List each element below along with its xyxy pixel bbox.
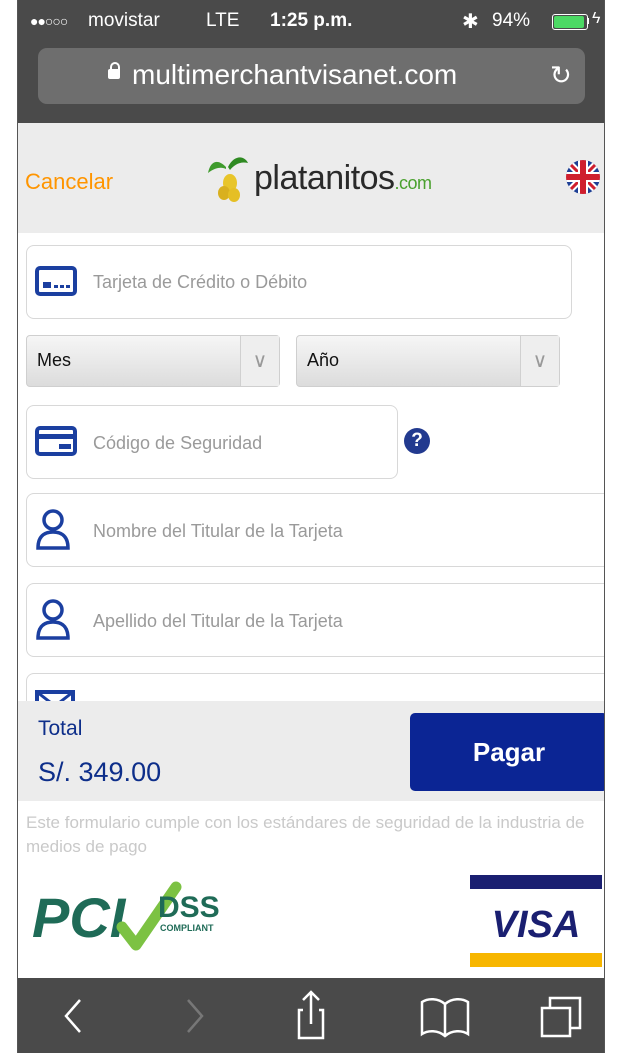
month-select[interactable]: Mes ∨ xyxy=(26,335,280,387)
bluetooth-icon: ✱ xyxy=(462,11,479,33)
charging-icon: ϟ xyxy=(592,10,601,27)
network-type: LTE xyxy=(206,10,240,31)
chevron-down-icon: ∨ xyxy=(240,336,279,386)
payment-form: Tarjeta de Crédito o Débito Mes ∨ Año ∨ … xyxy=(18,233,605,701)
year-select[interactable]: Año ∨ xyxy=(296,335,560,387)
back-icon[interactable] xyxy=(40,978,110,1053)
pci-text: PCI xyxy=(32,886,127,949)
chevron-down-icon: ∨ xyxy=(520,336,559,386)
uk-flag-icon[interactable] xyxy=(566,160,600,194)
credit-card-icon xyxy=(35,266,77,296)
url-text: multimerchantvisanet.com xyxy=(132,59,458,90)
card-cvv-icon xyxy=(35,426,77,456)
card-number-placeholder: Tarjeta de Crédito o Débito xyxy=(93,272,308,292)
year-label: Año xyxy=(307,350,340,370)
pci-dss-logo: PCI DSS COMPLIANT xyxy=(32,881,220,951)
compliant-text: COMPLIANT xyxy=(160,923,214,933)
first-name-field[interactable]: Nombre del Titular de la Tarjeta xyxy=(26,493,605,567)
email-field[interactable] xyxy=(26,673,605,701)
user-icon xyxy=(36,509,70,550)
last-name-placeholder: Apellido del Titular de la Tarjeta xyxy=(93,611,343,631)
logo-suffix: .com xyxy=(394,173,433,193)
total-amount: S/. 349.00 xyxy=(38,757,162,787)
share-icon[interactable] xyxy=(276,978,346,1053)
forward-icon[interactable] xyxy=(158,978,228,1053)
security-note: Este formulario cumple con los estándare… xyxy=(26,813,585,856)
bookmarks-icon[interactable] xyxy=(410,978,480,1053)
cancel-link[interactable]: Cancelar xyxy=(25,169,113,195)
merchant-header: Cancelar platanitos.com xyxy=(18,123,605,233)
address-bar[interactable]: multimerchantvisanet.com ↻ xyxy=(38,48,585,104)
help-icon[interactable]: ? xyxy=(404,428,430,454)
reload-icon[interactable]: ↻ xyxy=(550,60,572,91)
browser-chrome: ●●○○○ movistar LTE 1:25 p.m. ✱ 94% ϟ mul… xyxy=(18,0,605,123)
envelope-icon xyxy=(35,690,75,701)
browser-toolbar xyxy=(18,978,605,1053)
last-name-field[interactable]: Apellido del Titular de la Tarjeta xyxy=(26,583,605,657)
merchant-logo: platanitos.com xyxy=(206,153,466,208)
status-bar: ●●○○○ movistar LTE 1:25 p.m. ✱ 94% ϟ xyxy=(18,0,605,40)
visa-text: VISA xyxy=(492,904,581,946)
first-name-placeholder: Nombre del Titular de la Tarjeta xyxy=(93,521,343,541)
order-summary-bar: Total S/. 349.00 Pagar xyxy=(18,701,608,801)
logo-text: platanitos xyxy=(254,159,395,197)
carrier-name: movistar xyxy=(88,10,160,31)
card-number-field[interactable]: Tarjeta de Crédito o Débito xyxy=(26,245,572,319)
security-footer: Este formulario cumple con los estándare… xyxy=(18,801,605,978)
user-icon xyxy=(36,599,70,640)
status-time: 1:25 p.m. xyxy=(270,10,353,31)
dss-text: DSS xyxy=(158,891,220,924)
phone-screen: ●●○○○ movistar LTE 1:25 p.m. ✱ 94% ϟ mul… xyxy=(0,0,619,1053)
lock-icon xyxy=(108,62,120,79)
pay-button[interactable]: Pagar xyxy=(410,713,608,791)
security-code-field[interactable]: Código de Seguridad xyxy=(26,405,398,479)
security-code-placeholder: Código de Seguridad xyxy=(93,433,263,453)
month-label: Mes xyxy=(37,350,72,370)
tabs-icon[interactable] xyxy=(528,978,598,1053)
total-label: Total xyxy=(38,717,83,740)
banana-logo-icon xyxy=(208,157,248,202)
signal-strength: ●●○○○ xyxy=(30,13,68,29)
battery-percent: 94% xyxy=(492,10,531,31)
visa-logo: VISA xyxy=(470,875,602,967)
battery-icon xyxy=(552,14,588,30)
